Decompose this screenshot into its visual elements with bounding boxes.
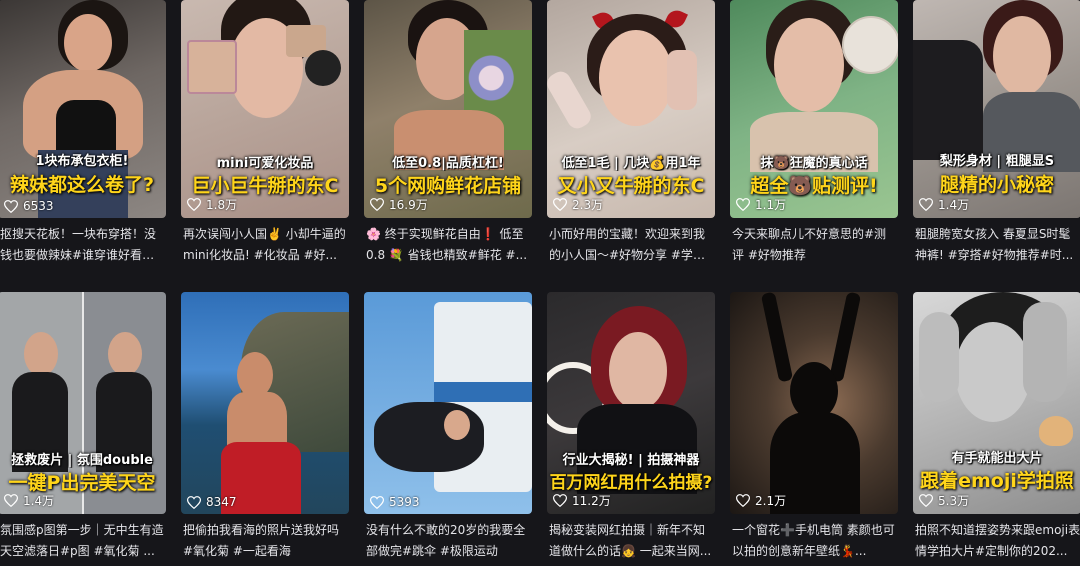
- cover-caption-top: 低至0.8|品质杠杠!: [392, 156, 504, 171]
- like-count[interactable]: 8347: [187, 495, 237, 509]
- note-cover[interactable]: mini可爱化妆品 巨小巨牛掰的东C 1.8万: [181, 0, 349, 218]
- note-title[interactable]: 🌸 终于实现鲜花自由❗ 低至0.8 💐 省钱也精致#鲜花 #...: [364, 224, 532, 266]
- cover-caption-main: 辣妹都这么卷了?: [9, 174, 155, 196]
- heart-outline-icon[interactable]: [919, 198, 933, 211]
- heart-outline-icon[interactable]: [736, 198, 750, 211]
- heart-outline-icon[interactable]: [370, 198, 384, 211]
- note-title[interactable]: 再次误闯小人国✌️ 小却牛逼的mini化妆品! #化妆品 #好...: [181, 224, 349, 266]
- like-count-value: 2.1万: [755, 494, 787, 508]
- heart-outline-icon[interactable]: [187, 495, 201, 509]
- cover-caption-main: 一键P出完美天空: [8, 472, 156, 494]
- cover-caption-main: 跟着emoji学拍照: [920, 470, 1074, 492]
- cover-caption-top: 拯救废片 | 氛围double: [11, 453, 153, 468]
- note-card[interactable]: mini可爱化妆品 巨小巨牛掰的东C 1.8万 再次误闯小人国✌️ 小却牛逼的m…: [181, 0, 349, 266]
- cover-caption-top: 有手就能出大片: [951, 451, 1043, 466]
- note-title[interactable]: 一个窗花➕手机电筒 素颜也可以拍的创意新年壁纸💃...: [730, 520, 898, 562]
- heart-outline-icon[interactable]: [919, 494, 933, 507]
- cover-caption-top: 抹🐻狂魔的真心话: [760, 156, 868, 171]
- heart-outline-icon[interactable]: [4, 199, 18, 213]
- like-count[interactable]: 1.8万: [187, 196, 237, 213]
- like-count-value: 11.2万: [572, 494, 611, 508]
- cover-caption-main: 腿精的小秘密: [939, 174, 1054, 196]
- cover-caption-top: 1块布承包衣柜!: [35, 154, 129, 169]
- cover-caption-main: 又小又牛掰的东C: [557, 175, 705, 197]
- note-cover[interactable]: 8347: [181, 292, 349, 514]
- like-count[interactable]: 1.1万: [736, 196, 786, 213]
- like-count-value: 5393: [389, 495, 420, 509]
- note-title[interactable]: 小而好用的宝藏！欢迎来到我的小人国～#好物分享 #学生...: [547, 224, 715, 266]
- like-count[interactable]: 2.1万: [736, 492, 786, 509]
- cover-caption-main: 巨小巨牛掰的东C: [191, 175, 339, 197]
- heart-outline-icon[interactable]: [553, 198, 567, 211]
- heart-outline-icon[interactable]: [370, 495, 384, 509]
- like-count[interactable]: 11.2万: [553, 492, 611, 509]
- note-cover[interactable]: 1块布承包衣柜! 辣妹都这么卷了? 6533: [0, 0, 166, 218]
- like-count-value: 16.9万: [389, 198, 428, 212]
- like-count-value: 1.4万: [23, 494, 55, 508]
- like-count[interactable]: 1.4万: [4, 492, 54, 509]
- heart-outline-icon[interactable]: [4, 494, 18, 507]
- note-card[interactable]: 2.1万 一个窗花➕手机电筒 素颜也可以拍的创意新年壁纸💃...: [730, 292, 898, 562]
- note-cover[interactable]: 有手就能出大片 跟着emoji学拍照 5.3万: [913, 292, 1080, 514]
- note-card[interactable]: 拯救废片 | 氛围double 一键P出完美天空 1.4万 氛围感p图第一步｜无…: [0, 292, 166, 562]
- cover-caption-top: 梨形身材 | 粗腿显S: [939, 154, 1055, 169]
- note-cover[interactable]: 抹🐻狂魔的真心话 超全🐻贴测评! 1.1万: [730, 0, 898, 218]
- note-grid: 1块布承包衣柜! 辣妹都这么卷了? 6533 抠搜天花板！一块布穿搭！没钱也要做…: [0, 0, 1080, 566]
- like-count-value: 1.1万: [755, 198, 787, 212]
- note-card[interactable]: 行业大揭秘! | 拍摄神器 百万网红用什么拍摄? 11.2万 揭秘变装网红拍摄｜…: [547, 292, 715, 562]
- like-count-value: 1.8万: [206, 198, 238, 212]
- like-count[interactable]: 1.4万: [919, 196, 969, 213]
- note-title[interactable]: 没有什么不敢的20岁的我要全部做完#跳伞 #极限运动: [364, 520, 532, 562]
- like-count[interactable]: 2.3万: [553, 196, 603, 213]
- like-count[interactable]: 5393: [370, 495, 420, 509]
- note-title[interactable]: 拍照不知道摆姿势来跟emoji表情学拍大片#定制你的202...: [913, 520, 1080, 562]
- note-card[interactable]: 抹🐻狂魔的真心话 超全🐻贴测评! 1.1万 今天来聊点儿不好意思的#测评 #好物…: [730, 0, 898, 266]
- cover-caption-main: 超全🐻贴测评!: [750, 175, 878, 197]
- note-card[interactable]: 5393 没有什么不敢的20岁的我要全部做完#跳伞 #极限运动: [364, 292, 532, 562]
- like-count[interactable]: 6533: [4, 199, 54, 213]
- cover-caption-main: 百万网红用什么拍摄?: [549, 473, 713, 493]
- note-title[interactable]: 抠搜天花板！一块布穿搭！没钱也要做辣妹#谁穿谁好看 #...: [0, 224, 166, 266]
- like-count-value: 1.4万: [938, 198, 970, 212]
- like-count[interactable]: 16.9万: [370, 196, 428, 213]
- note-cover[interactable]: 行业大揭秘! | 拍摄神器 百万网红用什么拍摄? 11.2万: [547, 292, 715, 514]
- cover-caption-main: 5个网购鲜花店铺: [374, 175, 522, 197]
- note-card[interactable]: 有手就能出大片 跟着emoji学拍照 5.3万 拍照不知道摆姿势来跟emoji表…: [913, 292, 1080, 562]
- like-count[interactable]: 5.3万: [919, 492, 969, 509]
- note-cover[interactable]: 梨形身材 | 粗腿显S 腿精的小秘密 1.4万: [913, 0, 1080, 218]
- like-count-value: 5.3万: [938, 494, 970, 508]
- note-card[interactable]: 8347 把偷拍我看海的照片送我好吗#氧化菊 #一起看海: [181, 292, 349, 562]
- note-card[interactable]: 1块布承包衣柜! 辣妹都这么卷了? 6533 抠搜天花板！一块布穿搭！没钱也要做…: [0, 0, 166, 266]
- note-title[interactable]: 今天来聊点儿不好意思的#测评 #好物推荐: [730, 224, 898, 266]
- like-count-value: 2.3万: [572, 198, 604, 212]
- heart-outline-icon[interactable]: [736, 494, 750, 507]
- note-title[interactable]: 粗腿胯宽女孩入 春夏显S时髦神裤! #穿搭#好物推荐#时...: [913, 224, 1080, 266]
- like-count-value: 6533: [23, 199, 54, 213]
- cover-caption-top: 低至1毛 | 几块💰用1年: [561, 156, 701, 171]
- note-title[interactable]: 把偷拍我看海的照片送我好吗#氧化菊 #一起看海: [181, 520, 349, 562]
- note-cover[interactable]: 5393: [364, 292, 532, 514]
- note-card[interactable]: 低至1毛 | 几块💰用1年 又小又牛掰的东C 2.3万 小而好用的宝藏！欢迎来到…: [547, 0, 715, 266]
- like-count-value: 8347: [206, 495, 237, 509]
- note-cover[interactable]: 低至1毛 | 几块💰用1年 又小又牛掰的东C 2.3万: [547, 0, 715, 218]
- cover-caption-top: 行业大揭秘! | 拍摄神器: [562, 453, 700, 468]
- note-card[interactable]: 梨形身材 | 粗腿显S 腿精的小秘密 1.4万 粗腿胯宽女孩入 春夏显S时髦神裤…: [913, 0, 1080, 266]
- note-cover[interactable]: 低至0.8|品质杠杠! 5个网购鲜花店铺 16.9万: [364, 0, 532, 218]
- note-cover[interactable]: 拯救废片 | 氛围double 一键P出完美天空 1.4万: [0, 292, 166, 514]
- heart-outline-icon[interactable]: [553, 494, 567, 507]
- note-title[interactable]: 揭秘变装网红拍摄｜新年不知道做什么的话👧 一起来当网...: [547, 520, 715, 562]
- note-cover[interactable]: 2.1万: [730, 292, 898, 514]
- note-title[interactable]: 氛围感p图第一步｜无中生有造天空滤落日#p图 #氧化菊 ...: [0, 520, 166, 562]
- note-card[interactable]: 低至0.8|品质杠杠! 5个网购鲜花店铺 16.9万 🌸 终于实现鲜花自由❗ 低…: [364, 0, 532, 266]
- cover-caption-top: mini可爱化妆品: [216, 156, 314, 171]
- heart-outline-icon[interactable]: [187, 198, 201, 211]
